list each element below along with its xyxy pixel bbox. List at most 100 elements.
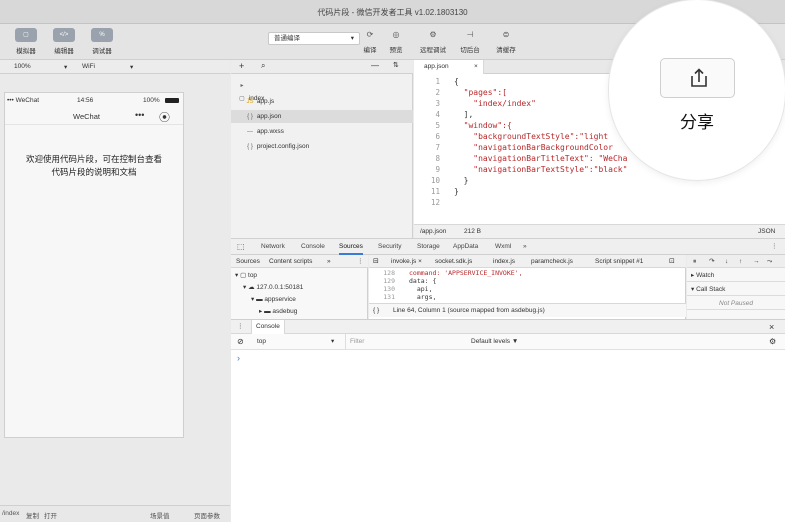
clear-cache-button[interactable]: ⊜ 清缓存 [492, 29, 520, 54]
tree-node-host[interactable]: ▾ ☁ 127.0.0.1:50181 [243, 282, 303, 293]
zoom-select[interactable]: 100% [14, 63, 31, 70]
code-line: } [454, 187, 459, 196]
copy-link[interactable]: 复制 [26, 510, 39, 520]
tab-storage[interactable]: Storage [417, 239, 440, 255]
tab-security[interactable]: Security [378, 239, 401, 255]
share-callout: 分享 [609, 0, 785, 180]
close-icon[interactable]: × [769, 320, 774, 334]
close-capsule-icon[interactable]: ⦿ [159, 109, 170, 125]
phone-content: 欢迎使用代码片段，可在控制台查看 代码片段的说明和文档 [25, 154, 162, 177]
preview-button[interactable]: ◎ 预览 [382, 29, 410, 54]
tab-sources-files[interactable]: Sources [236, 255, 260, 268]
clear-cache-icon: ⊜ [502, 30, 510, 39]
scene-value-link[interactable]: 场景值 [150, 510, 170, 520]
more-tabs-button[interactable]: » [523, 239, 527, 255]
file-language[interactable]: JSON [758, 225, 775, 238]
compile-button[interactable]: ⟳ 编译 [356, 29, 384, 54]
call-stack-section[interactable]: ▾ Call Stack [687, 283, 785, 296]
network-select[interactable]: WiFi [82, 63, 95, 70]
chevron-down-icon: ▾ [130, 64, 134, 71]
debugger-controls: ⏸ ↷ ↓ ↑ → ⤳ [687, 255, 785, 268]
json-file-icon: { } [247, 114, 253, 120]
toggle-debugger-icon[interactable]: ⊡ [669, 255, 675, 268]
context-select[interactable]: top [257, 334, 266, 349]
code-line: "navigationBarTextStyle":"black" [454, 165, 628, 174]
share-icon [691, 68, 707, 87]
background-button[interactable]: ⊣ 切后台 [456, 29, 484, 54]
add-file-icon[interactable]: + [239, 61, 244, 71]
pretty-print-icon[interactable]: { } [373, 304, 379, 317]
page-params-link[interactable]: 页面参数 [194, 510, 220, 520]
code-line: ], [454, 110, 474, 119]
tab-paramcheck-js[interactable]: paramcheck.js [531, 255, 573, 268]
phone-nav-bar: WeChat ••• ⦿ [5, 107, 183, 125]
tree-item-index[interactable]: ▸ ▢ index [231, 80, 413, 102]
simulator-bar: 100% ▾ WiFi ▾ [0, 60, 230, 74]
toggle-navigator-icon[interactable]: ⊟ [373, 255, 379, 268]
sort-icon[interactable]: ⇅ [393, 61, 399, 69]
menu-icon[interactable]: ⋮ [357, 255, 364, 268]
editor-toggle-button[interactable]: </> 编辑器 [46, 28, 82, 55]
tab-app-json[interactable]: app.json × [414, 60, 484, 74]
more-icon[interactable]: ••• [135, 110, 144, 120]
tab-console-drawer[interactable]: Console [251, 320, 285, 334]
debugger-toggle-button[interactable]: % 调试器 [84, 28, 120, 55]
tree-item-project-config[interactable]: { } project.config.json [231, 140, 413, 153]
sources-navigator: Sources Content scripts » ⋮ ▾ ▢ top ▾ ☁ … [231, 255, 368, 319]
simulator-toggle-button[interactable]: ▢ 模拟器 [8, 28, 44, 55]
not-paused-label: Not Paused [687, 297, 785, 310]
more-nav-tabs-button[interactable]: » [327, 255, 331, 268]
carrier-label: ••• WeChat [7, 97, 39, 104]
page-path: /index [2, 510, 20, 517]
close-icon[interactable]: × [474, 60, 478, 74]
drawer-menu-icon[interactable]: ⋮ [237, 320, 244, 334]
tab-invoke-js[interactable]: invoke.js × [391, 255, 422, 268]
gear-icon[interactable]: ⚙ [769, 334, 776, 349]
tab-content-scripts[interactable]: Content scripts [269, 255, 312, 268]
tab-sources[interactable]: Sources [339, 239, 363, 255]
tree-node-asdebug[interactable]: ▸ ▬ asdebug [259, 306, 297, 317]
tab-appdata[interactable]: AppData [453, 239, 478, 255]
source-code-line: 128 command: 'APPSERVICE_INVOKE', [383, 269, 523, 277]
step-into-icon[interactable]: ↓ [725, 255, 728, 268]
tree-node-top[interactable]: ▾ ▢ top [235, 270, 257, 281]
step-icon[interactable]: → [753, 255, 760, 268]
tab-socket-sdk-js[interactable]: socket.sdk.js [435, 255, 472, 268]
tab-wxml[interactable]: Wxml [495, 239, 511, 255]
editor-status-bar: /app.json 212 B JSON [414, 224, 785, 238]
tab-index-js[interactable]: index.js [493, 255, 515, 268]
tree-item-app-json[interactable]: { } app.json [231, 110, 413, 123]
json-file-icon: { } [247, 144, 253, 150]
preview-icon: ◎ [392, 30, 400, 39]
console-filter-bar: ⊘ top ▾ Filter Default levels ▼ ⚙ [231, 334, 785, 350]
tab-network[interactable]: Network [261, 239, 285, 255]
simulator-icon: ▢ [15, 28, 37, 42]
console-prompt: › [237, 353, 240, 363]
step-out-icon[interactable]: ↑ [739, 255, 742, 268]
open-link[interactable]: 打开 [44, 510, 57, 520]
nav-title: WeChat [73, 112, 100, 121]
source-code-line: 130 api, [383, 285, 433, 293]
console-output[interactable]: › [231, 350, 785, 522]
watch-section[interactable]: ▸ Watch [687, 269, 785, 282]
search-icon[interactable]: ⌕ [261, 61, 265, 71]
tab-console[interactable]: Console [301, 239, 325, 255]
remote-debug-icon: ⚙ [429, 30, 437, 39]
tree-item-app-js[interactable]: JS app.js [231, 95, 413, 108]
pause-icon[interactable]: ⏸ [693, 255, 696, 268]
step-over-icon[interactable]: ↷ [709, 255, 714, 268]
clear-console-icon[interactable]: ⊘ [237, 334, 244, 349]
inspect-icon[interactable]: ⬚ [237, 239, 245, 255]
console-filter-input[interactable]: Filter [345, 334, 364, 349]
remote-debug-button[interactable]: ⚙ 远程调试 [419, 29, 447, 54]
collapse-icon[interactable]: — [371, 61, 379, 70]
tab-script-snippet[interactable]: Script snippet #1 [595, 255, 643, 268]
tree-item-app-wxss[interactable]: — app.wxss [231, 125, 413, 138]
tree-node-appservice[interactable]: ▾ ▬ appservice [251, 294, 296, 305]
menu-icon[interactable]: ⋮ [771, 239, 778, 255]
share-button[interactable] [660, 58, 735, 98]
deactivate-breakpoints-icon[interactable]: ⤳ [767, 255, 772, 268]
compile-mode-select[interactable]: 普通编译 ▾ [268, 32, 360, 45]
code-line: "backgroundTextStyle":"light [454, 132, 609, 141]
log-levels-select[interactable]: Default levels ▼ [471, 334, 518, 349]
